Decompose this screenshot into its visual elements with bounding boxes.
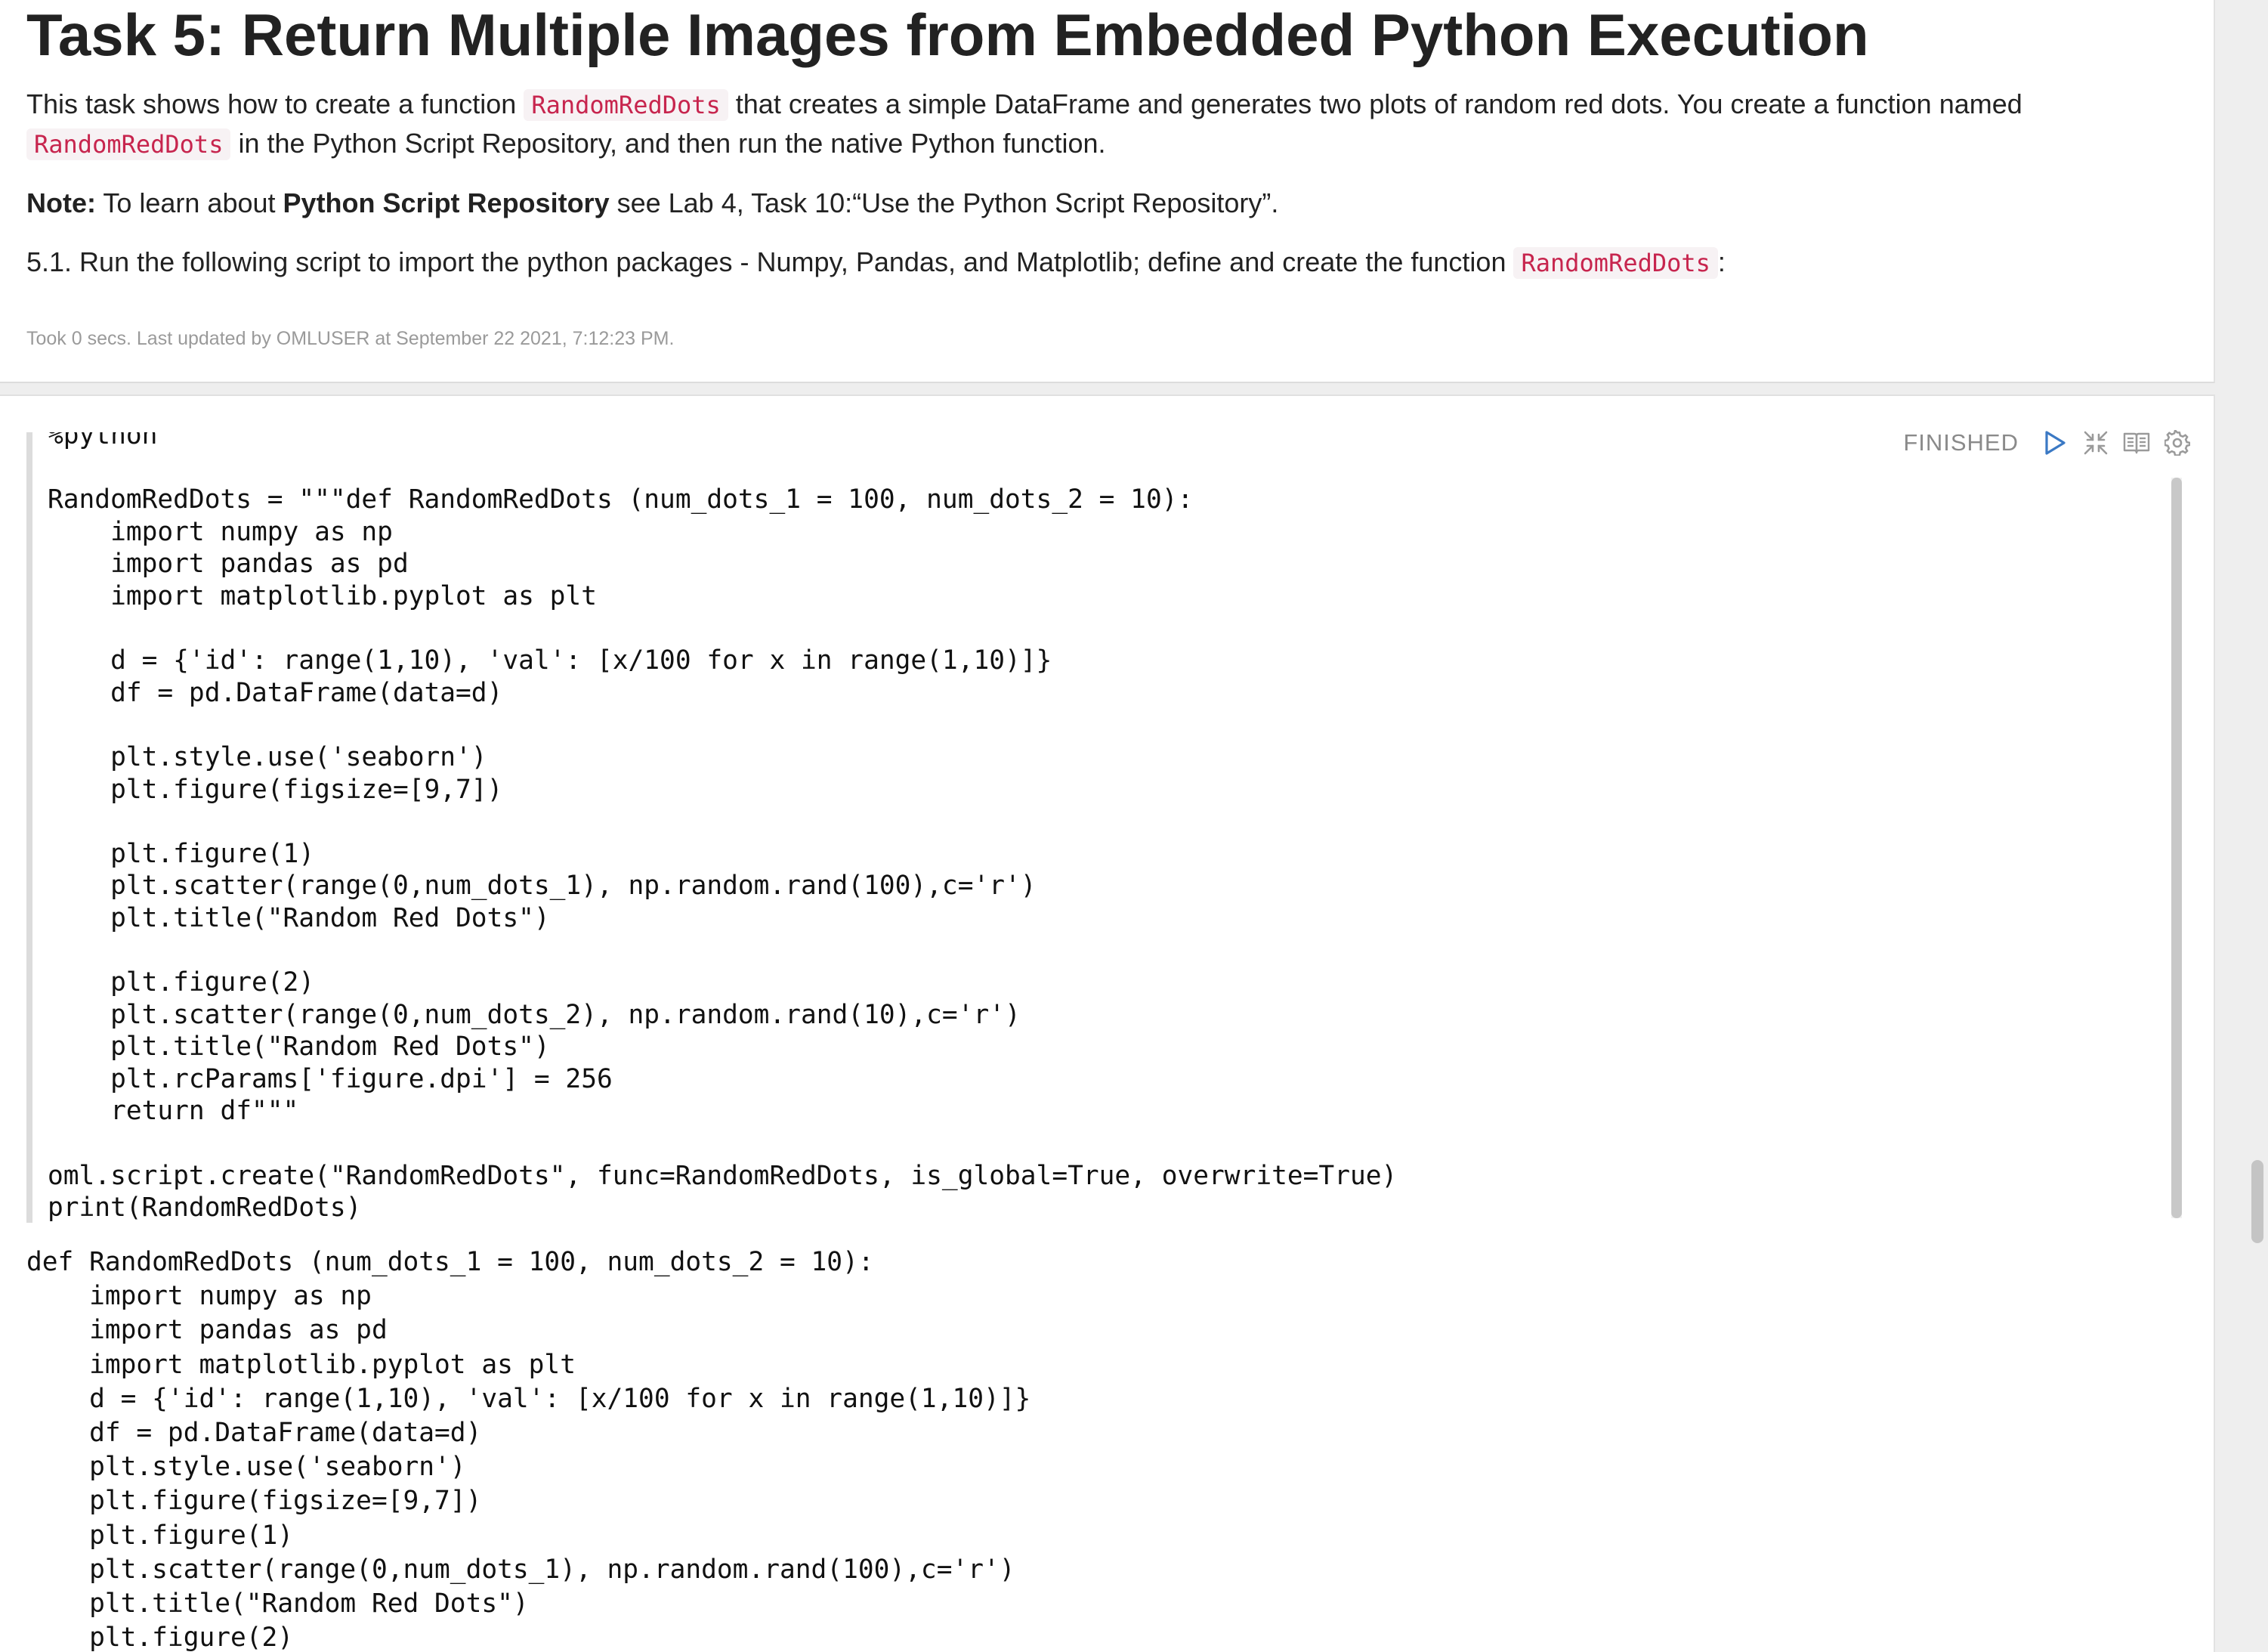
- intro-line-1: This task shows how to create a function…: [26, 88, 2022, 121]
- step-line: 5.1. Run the following script to import …: [26, 246, 1726, 279]
- last-updated-text: Took 0 secs. Last updated by OMLUSER at …: [26, 328, 675, 349]
- editor-code-text[interactable]: %python RandomRedDots = """def RandomRed…: [48, 432, 1397, 1223]
- inline-code-randomreddots: RandomRedDots: [524, 89, 728, 121]
- inline-code-randomreddots: RandomRedDots: [1513, 247, 1718, 279]
- note-label: Note:: [26, 187, 96, 218]
- inline-code-randomreddots: RandomRedDots: [26, 128, 231, 160]
- editor-scrollbar[interactable]: [2171, 478, 2182, 1218]
- intro-line-2: RandomRedDots in the Python Script Repos…: [26, 127, 1105, 161]
- code-paragraph: FINISHED %python RandomRedDots = """def …: [0, 394, 2215, 1652]
- paragraph-output: def RandomRedDots (num_dots_1 = 100, num…: [26, 1247, 1031, 1652]
- page-scrollbar[interactable]: [2251, 1160, 2263, 1243]
- task-heading: Task 5: Return Multiple Images from Embe…: [26, 2, 1869, 68]
- markdown-paragraph: Task 5: Return Multiple Images from Embe…: [0, 0, 2215, 383]
- code-editor[interactable]: %python RandomRedDots = """def RandomRed…: [26, 432, 2182, 1223]
- note-line: Note: To learn about Python Script Repos…: [26, 187, 1279, 218]
- note-bold: Python Script Repository: [283, 187, 610, 218]
